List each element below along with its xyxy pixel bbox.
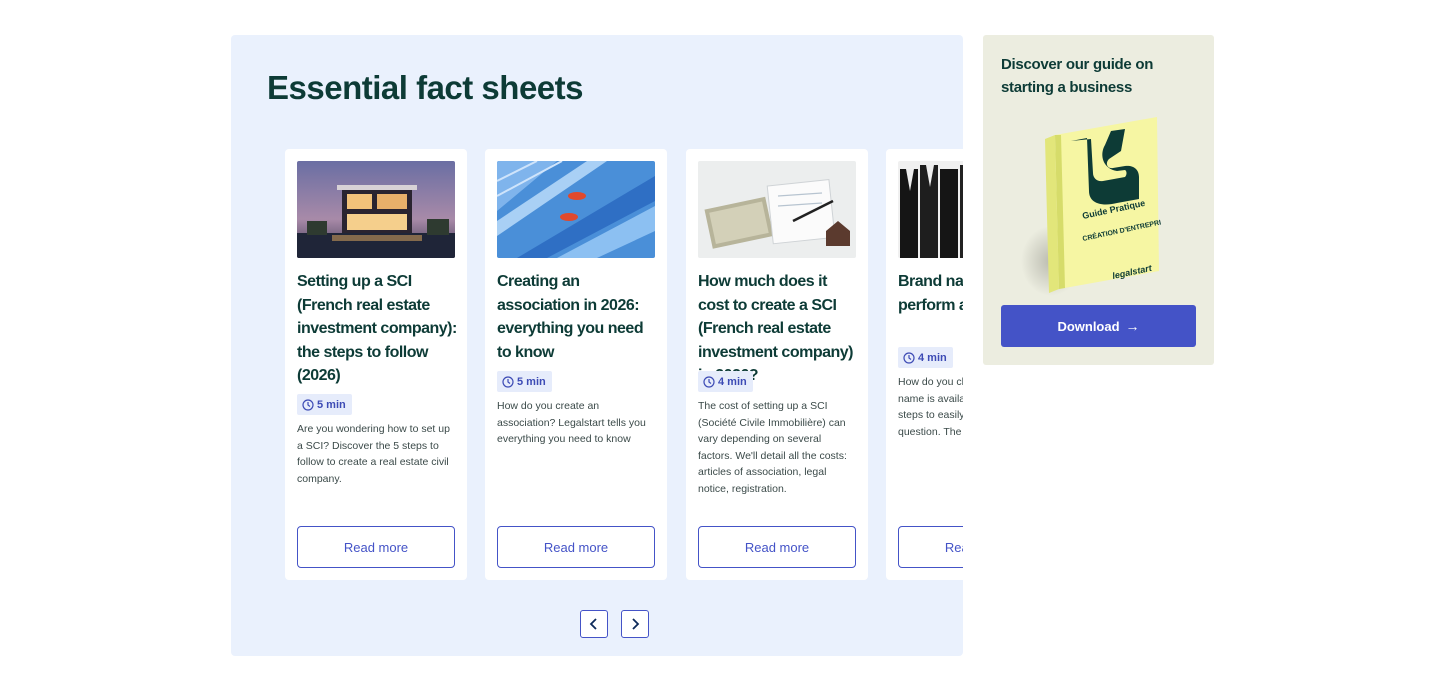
clock-icon (502, 375, 514, 388)
fact-sheets-carousel: Setting up a SCI (French real estate inv… (285, 149, 963, 580)
chevron-left-icon (589, 618, 597, 630)
fact-sheet-card[interactable]: Creating an association in 2026: everyth… (485, 149, 667, 580)
fact-sheets-section: Essential fact sheets Setting up a SCI (… (231, 35, 963, 656)
read-time-badge: 5 min (297, 394, 352, 415)
read-time-badge: 4 min (698, 371, 753, 392)
clock-icon (703, 375, 715, 388)
download-button[interactable]: Download → (1001, 305, 1196, 347)
read-more-button[interactable]: Read more (497, 526, 655, 568)
card-description: The cost of setting up a SCI (Société Ci… (698, 400, 847, 495)
arrow-right-icon: → (1125, 318, 1140, 334)
card-title[interactable]: How much does it cost to create a SCI (F… (698, 270, 858, 388)
guide-book-image: Guide Pratique CRÉATION D'ENTREPRISE leg… (1021, 117, 1161, 296)
fact-sheet-card[interactable]: Brand name: how to perform a verificatio… (886, 149, 963, 580)
read-more-button[interactable]: Read more (698, 526, 856, 568)
card-image-house (297, 161, 455, 258)
card-title[interactable]: Setting up a SCI (French real estate inv… (297, 270, 457, 388)
carousel-prev-button[interactable] (580, 610, 608, 638)
read-more-button[interactable]: Read more (898, 526, 963, 568)
card-title[interactable]: Brand name: how to perform a verificatio… (898, 270, 963, 317)
card-image-jackets (898, 161, 963, 258)
download-label: Download (1057, 318, 1120, 334)
guide-title: Discover our guide on starting a busines… (1001, 56, 1154, 96)
fact-sheet-card[interactable]: Setting up a SCI (French real estate inv… (285, 149, 467, 580)
carousel-next-button[interactable] (621, 610, 649, 638)
read-time-badge: 4 min (898, 347, 953, 368)
read-time-text: 5 min (517, 375, 546, 388)
read-time-text: 4 min (918, 351, 947, 364)
card-image-stairs (497, 161, 655, 258)
card-description: How do you create an association? Legals… (497, 400, 646, 445)
clock-icon (903, 351, 915, 364)
card-description: Are you wondering how to set up a SCI? D… (297, 423, 450, 485)
section-title: Essential fact sheets (267, 69, 584, 106)
guide-promo-panel: Discover our guide on starting a busines… (983, 35, 1214, 365)
card-image-money (698, 161, 856, 258)
read-time-text: 4 min (718, 375, 747, 388)
chevron-right-icon (632, 618, 640, 630)
clock-icon (302, 398, 314, 411)
card-title[interactable]: Creating an association in 2026: everyth… (497, 270, 657, 364)
read-more-button[interactable]: Read more (297, 526, 455, 568)
card-description: How do you check if a brand name is avai… (898, 376, 963, 438)
read-time-badge: 5 min (497, 371, 552, 392)
read-time-text: 5 min (317, 398, 346, 411)
fact-sheet-card[interactable]: How much does it cost to create a SCI (F… (686, 149, 868, 580)
